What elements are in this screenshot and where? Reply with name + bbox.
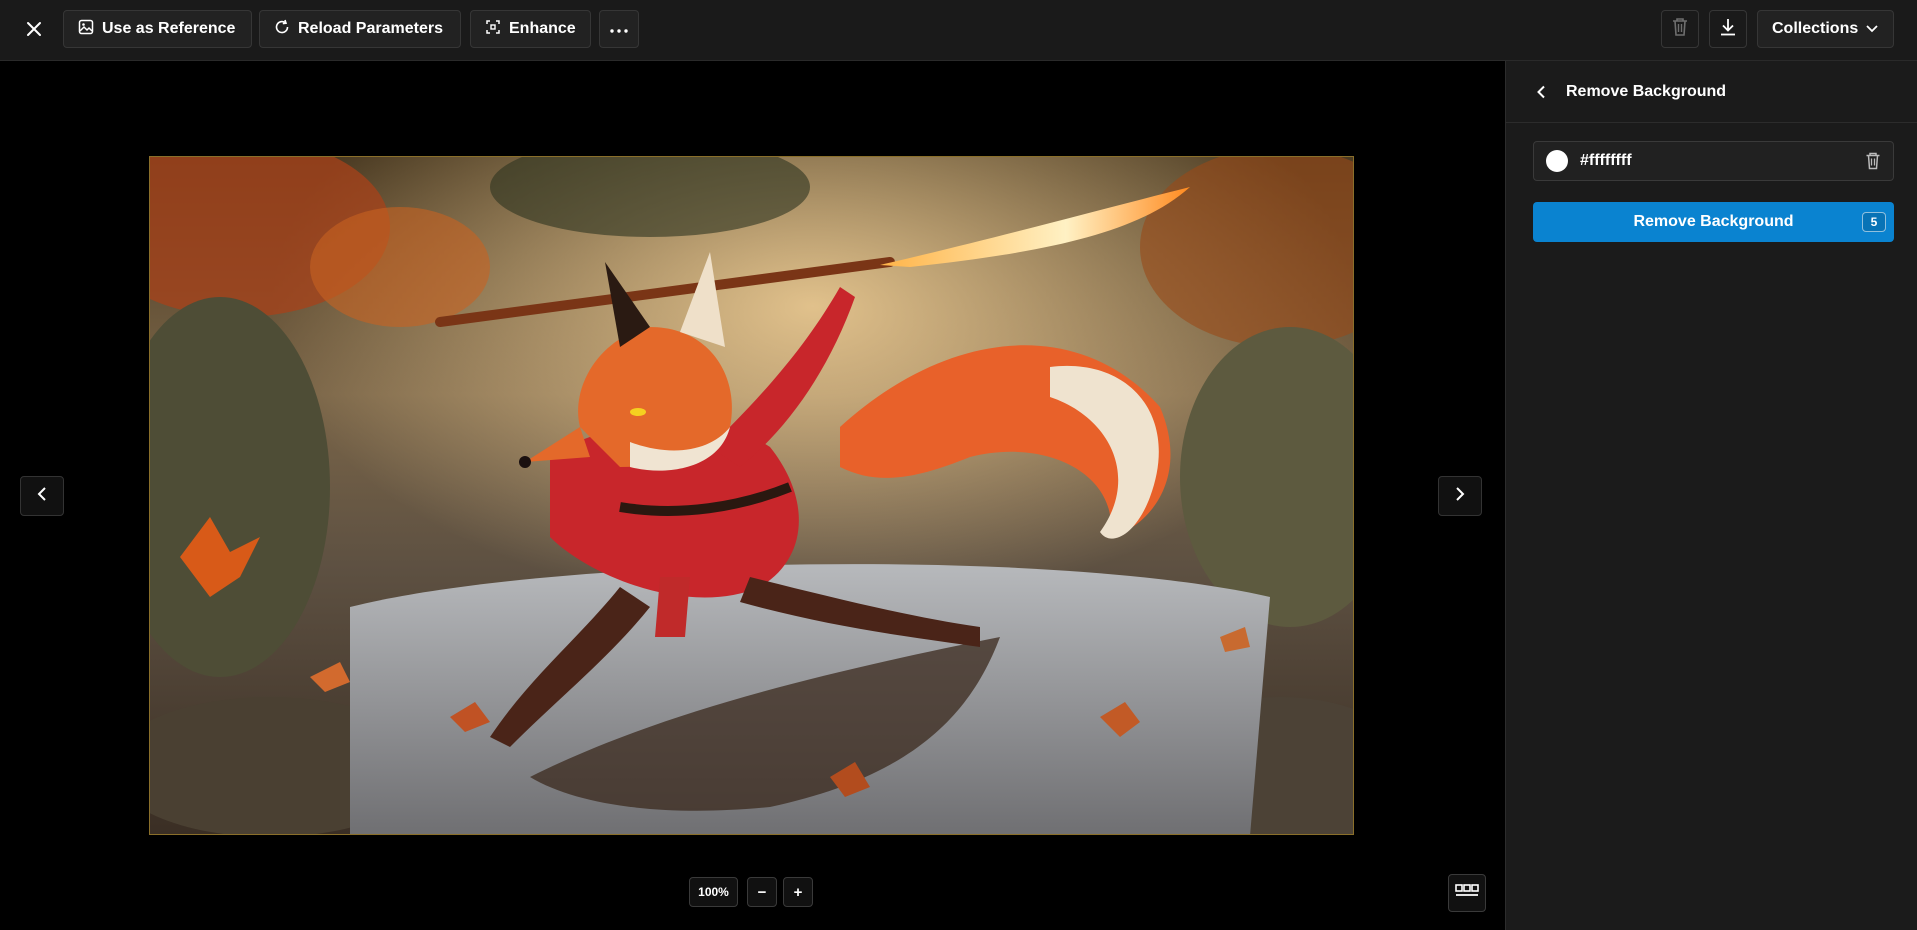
remove-background-label: Remove Background	[1633, 213, 1794, 230]
remove-background-button[interactable]: Remove Background 5	[1533, 202, 1894, 242]
panel-header: Remove Background	[1506, 61, 1917, 123]
next-image-button[interactable]	[1438, 476, 1482, 516]
chevron-left-icon	[37, 486, 47, 507]
image-viewer: 100% − +	[0, 61, 1505, 930]
plus-icon: +	[793, 883, 803, 901]
reload-icon	[274, 19, 290, 40]
trash-icon	[1866, 152, 1880, 170]
top-toolbar: Use as Reference Reload Parameters Enhan…	[0, 0, 1917, 61]
reload-parameters-button[interactable]: Reload Parameters	[259, 10, 461, 48]
delete-button[interactable]	[1661, 10, 1699, 48]
download-icon	[1718, 17, 1738, 42]
color-hex-input[interactable]	[1580, 152, 1865, 170]
use-as-reference-button[interactable]: Use as Reference	[63, 10, 252, 48]
remove-background-panel: Remove Background Remove Background 5	[1505, 61, 1917, 930]
previous-image-button[interactable]	[20, 476, 64, 516]
trash-icon	[1671, 17, 1689, 42]
ellipsis-icon	[610, 20, 628, 38]
zoom-level-value: 100%	[698, 885, 729, 899]
panel-title: Remove Background	[1566, 82, 1727, 100]
zoom-level[interactable]: 100%	[689, 877, 738, 907]
grid-icon	[1455, 883, 1479, 903]
zoom-in-button[interactable]: +	[783, 877, 813, 907]
back-button[interactable]	[1536, 85, 1546, 99]
generated-image	[149, 156, 1354, 835]
collections-label: Collections	[1772, 20, 1859, 37]
minus-icon: −	[757, 883, 767, 901]
background-color-field[interactable]	[1533, 141, 1894, 181]
close-icon	[25, 20, 43, 43]
image-icon	[78, 19, 94, 40]
cost-badge: 5	[1862, 212, 1886, 232]
enhance-button[interactable]: Enhance	[470, 10, 591, 48]
enhance-icon	[485, 19, 501, 40]
reload-parameters-label: Reload Parameters	[298, 20, 443, 37]
use-as-reference-label: Use as Reference	[102, 20, 236, 37]
download-button[interactable]	[1709, 10, 1747, 48]
clear-color-button[interactable]	[1865, 152, 1881, 170]
thumbnail-strip-button[interactable]	[1448, 874, 1486, 912]
zoom-out-button[interactable]: −	[747, 877, 777, 907]
chevron-right-icon	[1455, 486, 1465, 507]
close-button[interactable]	[18, 15, 50, 47]
color-swatch[interactable]	[1546, 150, 1568, 172]
more-options-button[interactable]	[599, 10, 639, 48]
chevron-down-icon	[1866, 20, 1878, 38]
enhance-label: Enhance	[509, 20, 576, 37]
collections-dropdown[interactable]: Collections	[1757, 10, 1894, 48]
